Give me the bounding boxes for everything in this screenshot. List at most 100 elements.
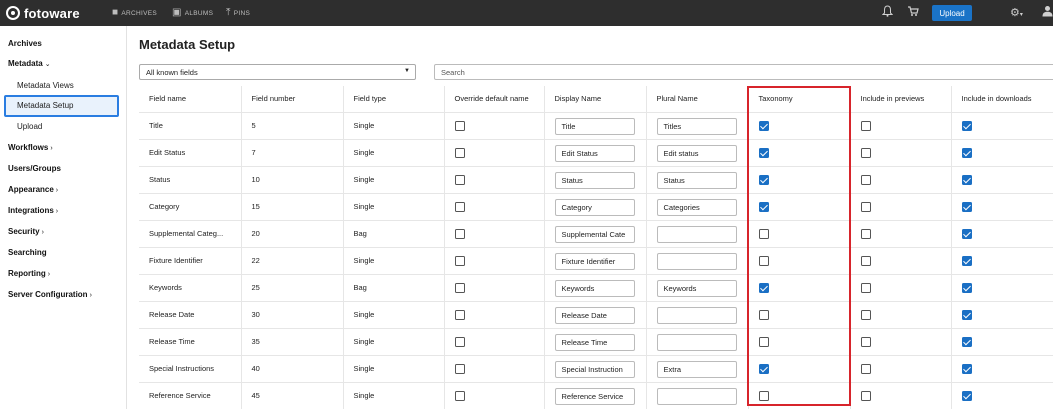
display-name-input[interactable]: Keywords (554, 279, 635, 297)
header-display-name[interactable]: Display Name (544, 86, 647, 113)
taxonomy-checkbox[interactable] (758, 201, 769, 212)
plural-name-input[interactable] (656, 333, 737, 351)
taxonomy-checkbox[interactable] (758, 147, 769, 158)
display-name-input[interactable]: Special Instruction (554, 360, 635, 378)
sidebar-item-server-configuration[interactable]: Server Configuration › (8, 290, 92, 301)
override-checkbox[interactable] (454, 363, 465, 374)
taxonomy-checkbox[interactable] (758, 336, 769, 347)
include-downloads-checkbox[interactable] (961, 336, 972, 347)
override-checkbox[interactable] (454, 147, 465, 158)
sidebar-item-metadata-setup[interactable]: Metadata Setup (17, 101, 73, 111)
include-downloads-checkbox[interactable] (961, 255, 972, 266)
include-downloads-checkbox[interactable] (961, 228, 972, 239)
nav-pins[interactable]: ⤒ PINS (226, 0, 250, 26)
display-name-input[interactable]: Title (554, 117, 635, 135)
cell-field-number: 25 (241, 274, 344, 302)
sidebar-item-upload[interactable]: Upload (17, 122, 42, 132)
include-downloads-checkbox[interactable] (961, 201, 972, 212)
override-checkbox[interactable] (454, 390, 465, 401)
include-previews-checkbox[interactable] (860, 228, 871, 239)
display-name-input[interactable]: Release Date (554, 306, 635, 324)
include-previews-checkbox[interactable] (860, 363, 871, 374)
override-checkbox[interactable] (454, 174, 465, 185)
include-downloads-checkbox[interactable] (961, 174, 972, 185)
override-checkbox[interactable] (454, 282, 465, 293)
include-downloads-checkbox[interactable] (961, 120, 972, 131)
search-input[interactable]: Search (434, 64, 1053, 80)
nav-albums[interactable]: ▣ ALBUMS (172, 0, 213, 26)
taxonomy-checkbox[interactable] (758, 255, 769, 266)
display-name-input[interactable]: Status (554, 171, 635, 189)
cart-icon[interactable] (907, 5, 919, 22)
header-include-previews[interactable]: Include in previews (850, 86, 952, 113)
sidebar-item-metadata-views[interactable]: Metadata Views (17, 81, 74, 91)
user-icon[interactable] (1042, 5, 1053, 22)
include-previews-checkbox[interactable] (860, 147, 871, 158)
include-downloads-checkbox[interactable] (961, 282, 972, 293)
include-previews-checkbox[interactable] (860, 201, 871, 212)
header-taxonomy[interactable]: Taxonomy (748, 86, 851, 113)
sidebar-item-workflows[interactable]: Workflows › (8, 143, 53, 154)
header-override[interactable]: Override default name (444, 86, 545, 113)
sidebar-item-integrations[interactable]: Integrations › (8, 206, 58, 217)
header-plural-name[interactable]: Plural Name (646, 86, 749, 113)
taxonomy-checkbox[interactable] (758, 228, 769, 239)
sidebar-item-appearance[interactable]: Appearance › (8, 185, 58, 196)
taxonomy-checkbox[interactable] (758, 390, 769, 401)
plural-name-input[interactable]: Extra (656, 360, 737, 378)
sidebar-item-reporting[interactable]: Reporting › (8, 269, 50, 280)
include-previews-checkbox[interactable] (860, 120, 871, 131)
plural-name-input[interactable]: Status (656, 171, 737, 189)
taxonomy-checkbox[interactable] (758, 282, 769, 293)
include-previews-checkbox[interactable] (860, 309, 871, 320)
include-downloads-checkbox[interactable] (961, 390, 972, 401)
bell-icon[interactable] (881, 5, 894, 22)
nav-archives[interactable]: ■ ARCHIVES (112, 0, 157, 26)
display-name-input[interactable]: Release Time (554, 333, 635, 351)
override-checkbox[interactable] (454, 336, 465, 347)
plural-name-input[interactable]: Edit status (656, 144, 737, 162)
display-name-input[interactable]: Supplemental Cate (554, 225, 635, 243)
plural-name-input[interactable]: Categories (656, 198, 737, 216)
override-checkbox[interactable] (454, 228, 465, 239)
sidebar-item-searching[interactable]: Searching (8, 248, 47, 258)
override-checkbox[interactable] (454, 309, 465, 320)
sidebar-item-archives[interactable]: Archives (8, 39, 42, 49)
display-name-input[interactable]: Fixture Identifier (554, 252, 635, 270)
override-checkbox[interactable] (454, 255, 465, 266)
taxonomy-checkbox[interactable] (758, 363, 769, 374)
taxonomy-checkbox[interactable] (758, 120, 769, 131)
display-name-input[interactable]: Category (554, 198, 635, 216)
override-checkbox[interactable] (454, 120, 465, 131)
header-field-name[interactable]: Field name (139, 86, 242, 113)
taxonomy-checkbox[interactable] (758, 174, 769, 185)
include-downloads-checkbox[interactable] (961, 309, 972, 320)
override-checkbox[interactable] (454, 201, 465, 212)
include-downloads-checkbox[interactable] (961, 363, 972, 374)
header-include-downloads[interactable]: Include in downloads (951, 86, 1053, 113)
include-previews-checkbox[interactable] (860, 282, 871, 293)
plural-name-input[interactable]: Titles (656, 117, 737, 135)
plural-name-input[interactable] (656, 387, 737, 405)
taxonomy-checkbox[interactable] (758, 309, 769, 320)
include-previews-checkbox[interactable] (860, 336, 871, 347)
upload-button[interactable]: Upload (932, 5, 972, 21)
include-previews-checkbox[interactable] (860, 174, 871, 185)
header-field-type[interactable]: Field type (343, 86, 445, 113)
fotoware-logo[interactable]: fotoware (6, 5, 80, 21)
include-previews-checkbox[interactable] (860, 255, 871, 266)
sidebar-item-users-groups[interactable]: Users/Groups (8, 164, 61, 174)
sidebar-item-security[interactable]: Security › (8, 227, 44, 238)
plural-name-input[interactable]: Keywords (656, 279, 737, 297)
plural-name-input[interactable] (656, 252, 737, 270)
sidebar-item-metadata[interactable]: Metadata ⌄ (8, 59, 51, 70)
gear-icon[interactable]: ⚙▾ (1010, 5, 1023, 23)
display-name-input[interactable]: Reference Service (554, 387, 635, 405)
include-downloads-checkbox[interactable] (961, 147, 972, 158)
header-field-number[interactable]: Field number (241, 86, 344, 113)
field-filter-select[interactable]: All known fields ▼ (139, 64, 416, 80)
plural-name-input[interactable] (656, 225, 737, 243)
include-previews-checkbox[interactable] (860, 390, 871, 401)
display-name-input[interactable]: Edit Status (554, 144, 635, 162)
plural-name-input[interactable] (656, 306, 737, 324)
